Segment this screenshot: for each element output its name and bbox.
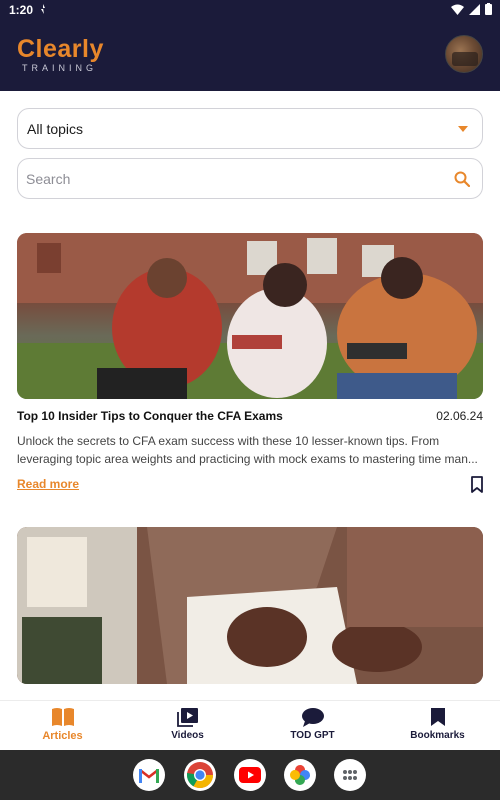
status-bar: 1:20 xyxy=(0,0,500,20)
nav-label-articles: Articles xyxy=(42,730,83,742)
brand-name: Clearly xyxy=(17,35,104,63)
nav-item-tod-gpt[interactable]: TOD GPT xyxy=(250,701,375,750)
search-icon[interactable] xyxy=(454,171,471,192)
article-image[interactable] xyxy=(17,233,483,399)
avatar[interactable] xyxy=(445,35,483,73)
notification-icon xyxy=(38,3,48,18)
article-title[interactable]: Top 10 Insider Tips to Conquer the CFA E… xyxy=(17,409,283,423)
book-open-icon xyxy=(51,708,74,726)
app-header: Clearly TRAINING xyxy=(0,20,500,91)
status-time: 1:20 xyxy=(9,3,34,17)
topic-selected-value: All topics xyxy=(27,121,84,137)
video-library-icon xyxy=(176,708,198,727)
signal-icon xyxy=(469,3,480,15)
search-field[interactable] xyxy=(17,158,483,199)
article-date: 02.06.24 xyxy=(436,409,483,423)
nav-label-bookmarks: Bookmarks xyxy=(410,730,465,741)
article-image[interactable] xyxy=(17,527,483,684)
status-icons xyxy=(451,3,492,15)
nav-item-articles[interactable]: Articles xyxy=(0,701,125,750)
search-input[interactable] xyxy=(26,169,426,189)
chat-bubble-icon xyxy=(301,708,324,727)
brand-logo[interactable]: Clearly TRAINING xyxy=(17,36,104,73)
topic-dropdown[interactable]: All topics xyxy=(17,108,483,149)
youtube-icon[interactable] xyxy=(234,759,266,791)
app-drawer-icon[interactable] xyxy=(334,759,366,791)
photos-icon[interactable] xyxy=(284,759,316,791)
chevron-down-icon xyxy=(458,126,468,132)
wifi-icon xyxy=(451,4,464,15)
nav-item-bookmarks[interactable]: Bookmarks xyxy=(375,701,500,750)
bookmark-icon xyxy=(430,708,445,726)
read-more-link[interactable]: Read more xyxy=(17,477,79,491)
bottom-navigation: Articles Videos TOD GPT Bookmarks xyxy=(0,700,500,750)
article-excerpt: Unlock the secrets to CFA exam success w… xyxy=(17,434,478,466)
nav-label-tod-gpt: TOD GPT xyxy=(290,730,335,741)
brand-subtitle: TRAINING xyxy=(22,63,98,73)
system-dock xyxy=(0,750,500,800)
nav-label-videos: Videos xyxy=(171,730,204,741)
bookmark-icon[interactable] xyxy=(471,476,483,498)
battery-icon xyxy=(485,3,492,15)
chrome-icon[interactable] xyxy=(184,759,216,791)
gmail-icon[interactable] xyxy=(133,759,165,791)
nav-item-videos[interactable]: Videos xyxy=(125,701,250,750)
